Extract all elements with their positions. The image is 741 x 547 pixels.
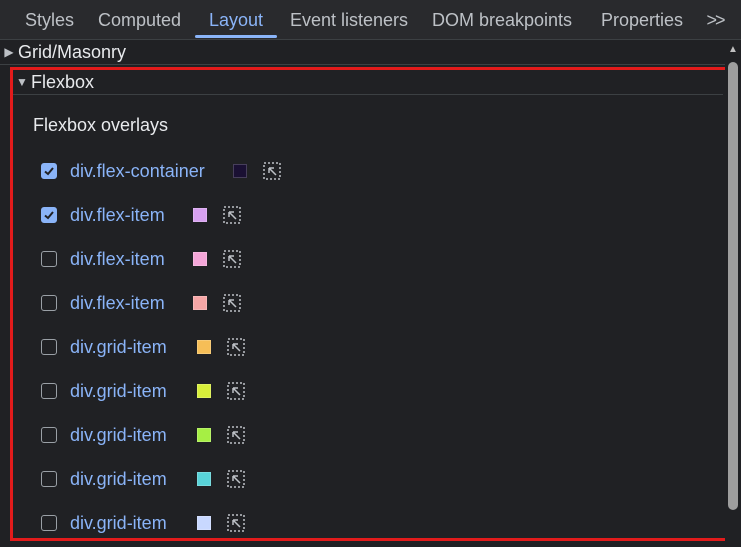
flexbox-overlay-list: div.flex-container div.flex-item div.fle… — [13, 149, 723, 545]
reveal-element-icon[interactable] — [223, 294, 241, 312]
overlay-row: div.grid-item — [13, 413, 723, 457]
tab-layout[interactable]: Layout — [194, 0, 278, 40]
overlay-row: div.flex-container — [13, 149, 723, 193]
section-label-flexbox: Flexbox — [31, 71, 95, 92]
tab-bar: Styles Computed Layout Event listeners D… — [0, 0, 741, 40]
overlay-item-name[interactable]: div.grid-item — [70, 381, 167, 402]
reveal-element-icon[interactable] — [227, 426, 245, 444]
overlay-checkbox[interactable] — [41, 251, 57, 267]
overlay-item-name[interactable]: div.grid-item — [70, 425, 167, 446]
overlay-item-name[interactable]: div.flex-item — [70, 293, 165, 314]
overlay-row: div.grid-item — [13, 457, 723, 501]
overlay-checkbox[interactable] — [41, 339, 57, 355]
reveal-element-icon[interactable] — [223, 206, 241, 224]
color-swatch[interactable] — [197, 516, 211, 530]
scroll-up-arrow-icon[interactable]: ▲ — [725, 40, 741, 58]
devtools-layout-panel: Styles Computed Layout Event listeners D… — [0, 0, 741, 547]
overlay-item-name[interactable]: div.grid-item — [70, 513, 167, 534]
overlay-item-name[interactable]: div.flex-container — [70, 161, 205, 182]
reveal-element-icon[interactable] — [227, 470, 245, 488]
flexbox-overlays-title: Flexbox overlays — [33, 115, 169, 135]
overlay-item-name[interactable]: div.flex-item — [70, 205, 165, 226]
section-label-grid-masonry: Grid/Masonry — [18, 41, 127, 62]
overlay-item-name[interactable]: div.flex-item — [70, 249, 165, 270]
color-swatch[interactable] — [197, 384, 211, 398]
collapsed-triangle-icon: ▶ — [4, 45, 14, 59]
expanded-triangle-icon: ▼ — [16, 75, 28, 89]
reveal-element-icon[interactable] — [227, 514, 245, 532]
flexbox-section-header[interactable]: ▼ Flexbox — [13, 70, 723, 95]
vertical-scrollbar[interactable]: ▲ — [725, 40, 741, 547]
color-swatch[interactable] — [197, 472, 211, 486]
overlay-row: div.grid-item — [13, 501, 723, 545]
more-tabs-icon[interactable]: >> — [700, 0, 730, 40]
reveal-element-icon[interactable] — [223, 250, 241, 268]
check-icon — [44, 167, 54, 176]
color-swatch[interactable] — [193, 208, 207, 222]
color-swatch[interactable] — [233, 164, 247, 178]
scrollbar-thumb[interactable] — [728, 62, 738, 510]
overlay-row: div.flex-item — [13, 237, 723, 281]
overlay-item-name[interactable]: div.grid-item — [70, 337, 167, 358]
color-swatch[interactable] — [197, 340, 211, 354]
tab-styles[interactable]: Styles — [25, 0, 74, 40]
check-icon — [44, 211, 54, 220]
tab-dom-breakpoints[interactable]: DOM breakpoints — [432, 0, 572, 40]
grid-masonry-section-header[interactable]: ▶ Grid/Masonry — [0, 40, 725, 65]
overlay-row: div.grid-item — [13, 325, 723, 369]
overlay-row: div.flex-item — [13, 193, 723, 237]
reveal-element-icon[interactable] — [227, 382, 245, 400]
color-swatch[interactable] — [193, 252, 207, 266]
reveal-element-icon[interactable] — [227, 338, 245, 356]
reveal-element-icon[interactable] — [263, 162, 281, 180]
tab-computed[interactable]: Computed — [98, 0, 181, 40]
overlay-checkbox[interactable] — [41, 207, 57, 223]
color-swatch[interactable] — [197, 428, 211, 442]
tab-properties[interactable]: Properties — [601, 0, 683, 40]
overlay-checkbox[interactable] — [41, 515, 57, 531]
overlay-checkbox[interactable] — [41, 295, 57, 311]
overlay-row: div.flex-item — [13, 281, 723, 325]
overlay-checkbox[interactable] — [41, 427, 57, 443]
overlay-row: div.grid-item — [13, 369, 723, 413]
flexbox-section: ▼ Flexbox Flexbox overlays div.flex-cont… — [10, 67, 739, 541]
tab-event-listeners[interactable]: Event listeners — [290, 0, 408, 40]
overlay-checkbox[interactable] — [41, 163, 57, 179]
overlay-checkbox[interactable] — [41, 383, 57, 399]
color-swatch[interactable] — [193, 296, 207, 310]
overlay-checkbox[interactable] — [41, 471, 57, 487]
overlay-item-name[interactable]: div.grid-item — [70, 469, 167, 490]
